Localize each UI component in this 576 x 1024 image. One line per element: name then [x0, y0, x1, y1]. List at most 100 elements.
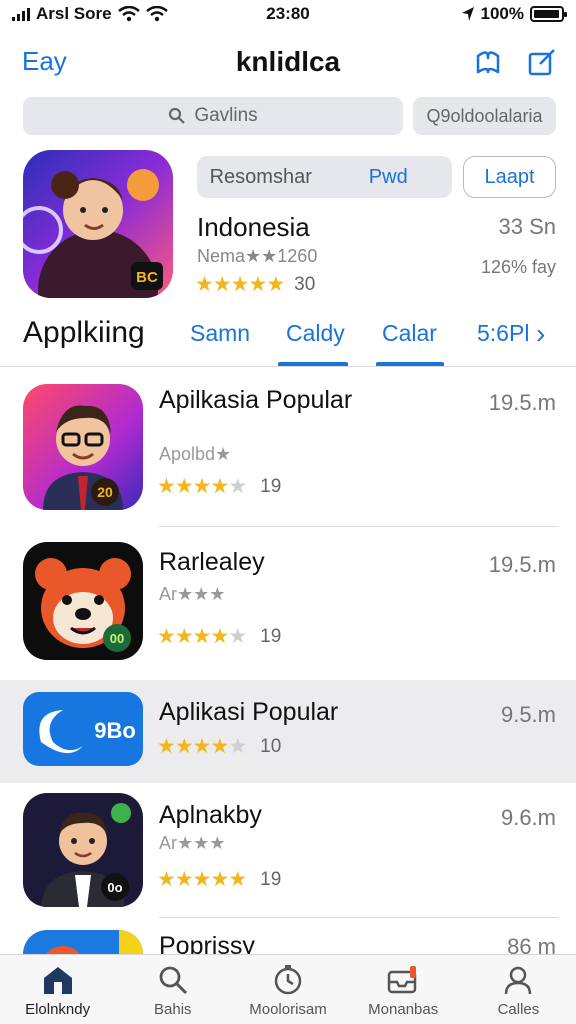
battery-level: [534, 10, 559, 18]
star-icon: ★: [228, 735, 247, 758]
tab-more[interactable]: 5:6Pl: [477, 320, 529, 347]
star-icon: ★: [174, 735, 194, 758]
app-rating: ★★★★★ 19: [157, 624, 281, 649]
list-item[interactable]: 20 Apilkasia Popular Apolbd★ ★★★★★ 19 19…: [0, 372, 576, 528]
app-icon: 9Bo: [23, 692, 143, 766]
compose-icon[interactable]: [524, 44, 560, 80]
inbox-icon: [386, 963, 420, 997]
search-row: Gavlins Q9oldoolalaria: [23, 97, 556, 137]
star-rating: ★★★★★: [195, 272, 285, 297]
book-icon[interactable]: [470, 44, 506, 80]
app-subtitle: Ar★★★: [159, 833, 226, 853]
app-badge: 00: [110, 631, 124, 646]
star-icon: ★: [210, 868, 229, 891]
divider: [0, 366, 576, 367]
tab-home[interactable]: Elolnkndy: [0, 955, 115, 1024]
nav-bar: Eay knlidlca: [0, 36, 576, 88]
featured-app-size: 33 Sn: [498, 214, 557, 239]
tab-clock[interactable]: Moolorisam: [230, 955, 345, 1024]
star-icon: ★: [266, 273, 285, 296]
tab-inbox[interactable]: Monanbas: [346, 955, 461, 1024]
chevron-right-icon[interactable]: ›: [536, 318, 545, 350]
tab-samn[interactable]: Samn: [190, 320, 250, 347]
app-icon: 00: [23, 542, 143, 660]
star-icon: ★: [195, 273, 214, 296]
signal-icon: [12, 7, 30, 21]
search-filter-button[interactable]: Q9oldoolalaria: [413, 97, 556, 135]
status-bar: Arsl Sore 23:80 100%: [0, 0, 576, 28]
segment-0[interactable]: Resomshar: [197, 156, 325, 198]
app-size: 9.6.m: [500, 805, 556, 830]
star-rating: ★★★★★: [157, 867, 247, 892]
divider: [159, 917, 558, 918]
tab-profile[interactable]: Calles: [461, 955, 576, 1024]
rating-count: 30: [294, 273, 316, 295]
star-icon: ★: [228, 625, 247, 648]
app-rating: ★★★★★ 10: [157, 734, 281, 759]
battery-text: 100%: [480, 4, 524, 23]
app-size: 9.5.m: [500, 702, 556, 727]
wifi-icon: [145, 6, 168, 22]
app-size: 86 m: [507, 934, 556, 954]
tab-label: Moolorisam: [249, 1001, 327, 1018]
app-name: Poprissy: [159, 932, 255, 954]
featured-app-icon: BC: [23, 150, 173, 298]
featured-app-subtitle: Nema★★1260: [197, 246, 318, 266]
app-rating: ★★★★★ 19: [157, 867, 281, 892]
star-icon: ★: [192, 868, 212, 891]
rating-count: 10: [260, 735, 282, 757]
star-rating: ★★★★★: [157, 734, 247, 759]
featured-icon-badge: BC: [136, 269, 158, 286]
rating-count: 19: [260, 475, 282, 497]
get-button[interactable]: Laapt: [463, 156, 556, 198]
featured-app[interactable]: BC Resomshar Pwd Laapt Indonesia Nema★★1…: [23, 150, 556, 300]
tab-label: Calles: [497, 1001, 540, 1018]
featured-app-meta: 126% fay: [480, 257, 556, 277]
star-icon: ★: [210, 735, 229, 758]
clock-icon: [271, 963, 305, 997]
tab-caldy[interactable]: Caldy: [286, 320, 345, 347]
app-size: 19.5.m: [488, 390, 556, 415]
featured-rating: ★★★★★ 30: [195, 272, 315, 297]
star-icon: ★: [230, 273, 250, 296]
star-icon: ★: [157, 735, 176, 758]
app-name: Aplikasi Popular: [159, 698, 339, 726]
app-icon: 20: [23, 384, 143, 510]
search-input[interactable]: Gavlins: [23, 97, 403, 135]
star-icon: ★: [192, 735, 212, 758]
list-item[interactable]: 9Bo Aplikasi Popular ★★★★★ 10 9.5.m: [0, 680, 576, 783]
star-icon: ★: [228, 868, 247, 891]
rating-count: 19: [260, 625, 282, 647]
list-item[interactable]: Poprissy 86 m: [0, 920, 576, 954]
search-icon: [169, 107, 186, 124]
list-item[interactable]: 0o Aplnakby Ar★★★ ★★★★★ 19 9.6.m: [0, 785, 576, 919]
search-icon: [156, 963, 190, 997]
app-size: 19.5.m: [488, 552, 556, 577]
star-icon: ★: [210, 625, 229, 648]
divider: [159, 526, 558, 527]
segment-1[interactable]: Pwd: [325, 156, 453, 198]
tab-label: Monanbas: [368, 1001, 439, 1018]
wifi-icon: [117, 6, 140, 22]
star-icon: ★: [174, 475, 194, 498]
featured-app-name: Indonesia: [197, 212, 310, 242]
section-title: Applkiing: [23, 316, 145, 349]
star-icon: ★: [157, 868, 176, 891]
person-icon: [501, 963, 535, 997]
star-icon: ★: [174, 868, 194, 891]
tab-calar[interactable]: Calar: [382, 320, 437, 347]
tab-label: Bahis: [154, 1001, 192, 1018]
app-icon: [23, 930, 143, 954]
app-badge: 9Bo: [94, 718, 136, 743]
app-subtitle: Apolbd★: [159, 444, 232, 464]
back-button[interactable]: Eay: [22, 46, 67, 77]
star-icon: ★: [192, 475, 212, 498]
star-icon: ★: [192, 625, 212, 648]
list-item[interactable]: 00 Rarlealey Ar★★★ ★★★★★ 19 19.5.m: [0, 530, 576, 678]
app-name: Rarlealey: [159, 548, 265, 576]
battery-icon: [530, 6, 567, 22]
app-name: Aplnakby: [159, 801, 262, 829]
location-icon: [461, 7, 474, 21]
search-placeholder: Gavlins: [194, 105, 258, 126]
tab-search[interactable]: Bahis: [115, 955, 230, 1024]
